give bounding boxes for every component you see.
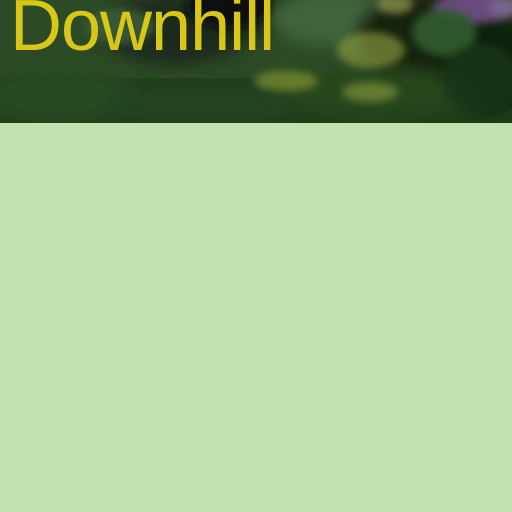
- header-banner: Downhill: [0, 0, 512, 123]
- page-title: Downhill: [10, 0, 275, 66]
- main-content-area: [0, 123, 512, 512]
- app-screen: Downhill: [0, 0, 512, 512]
